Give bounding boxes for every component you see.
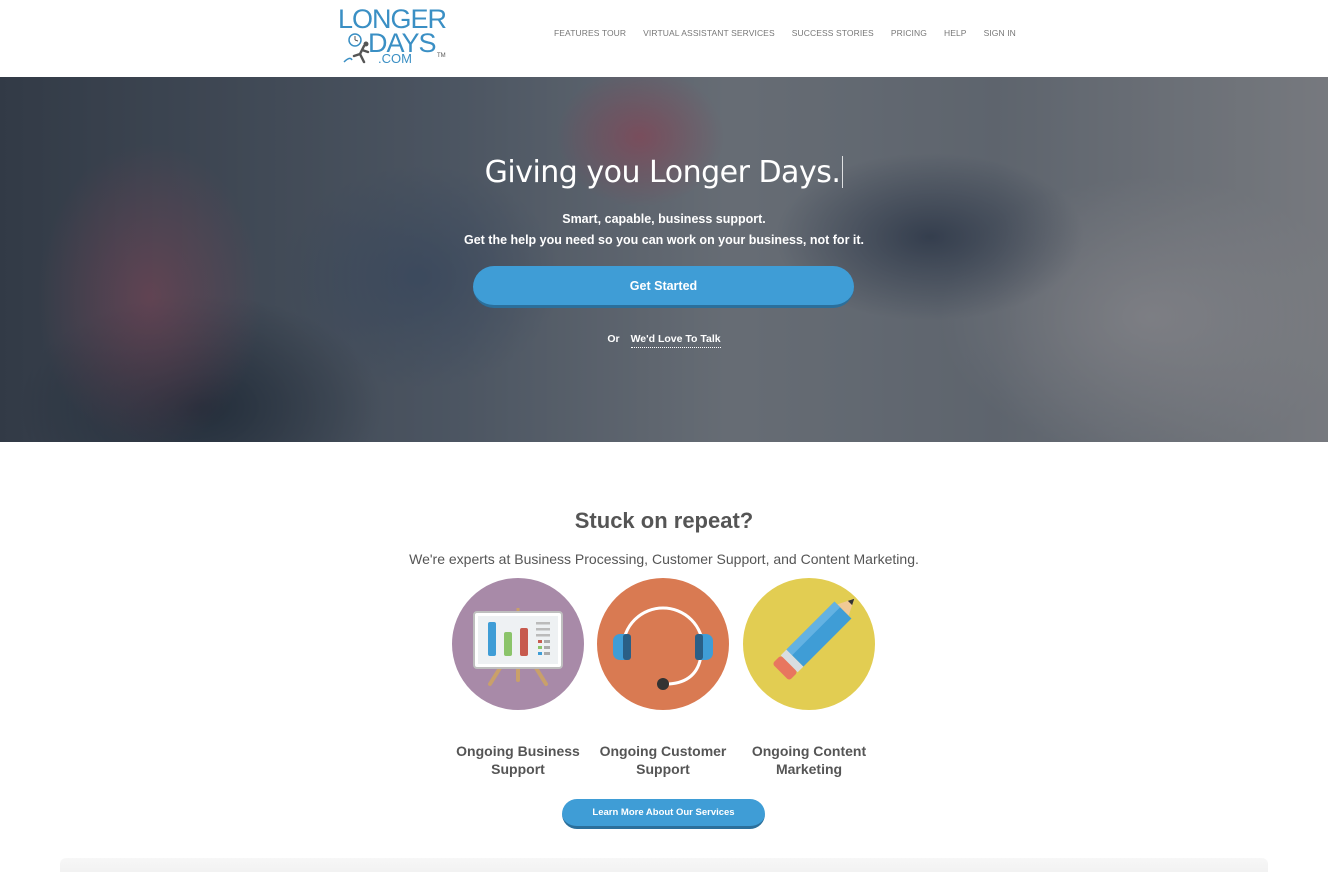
pencil-icon [773, 598, 855, 680]
presentation-board-icon [473, 608, 563, 686]
hero-title: Giving you Longer Days. [0, 155, 1328, 190]
typing-cursor [842, 156, 844, 188]
content-marketing-circle[interactable] [743, 578, 875, 710]
hero-subtitle-line1: Smart, capable, business support. [562, 212, 766, 226]
nav-help[interactable]: HELP [944, 28, 967, 38]
or-text: Or [607, 333, 620, 345]
customer-support-circle[interactable] [597, 578, 729, 710]
runner-clock-icon [343, 33, 370, 64]
logo[interactable]: LONGER DAYS .COM TM [336, 4, 448, 68]
hero-title-text: Giving you Longer Days. [484, 155, 841, 190]
services-subtitle: We're experts at Business Processing, Cu… [409, 551, 919, 567]
next-section-edge [60, 858, 1268, 872]
hero-section: Giving you Longer Days. Smart, capable, … [0, 77, 1328, 442]
business-support-label[interactable]: Ongoing Business Support [448, 742, 588, 778]
hero-subtitle-line2: Get the help you need so you can work on… [463, 233, 865, 247]
nav-features-tour[interactable]: FEATURES TOUR [554, 28, 626, 38]
services-title: Stuck on repeat? [574, 508, 754, 533]
logo-text-com: .COM [378, 51, 412, 66]
site-header: LONGER DAYS .COM TM FEATURES TOUR VIRTUA… [0, 0, 1328, 77]
headset-icon [613, 606, 713, 690]
logo-trademark: TM [437, 53, 446, 59]
nav-sign-in[interactable]: SIGN IN [984, 28, 1016, 38]
talk-link[interactable]: We'd Love To Talk [630, 333, 721, 348]
nav-virtual-assistant-services[interactable]: VIRTUAL ASSISTANT SERVICES [643, 28, 775, 38]
content-marketing-label[interactable]: Ongoing Content Marketing [739, 742, 879, 778]
talk-row: Or We'd Love To Talk [0, 333, 1328, 348]
get-started-button[interactable]: Get Started [473, 266, 854, 308]
nav-pricing[interactable]: PRICING [891, 28, 927, 38]
customer-support-label[interactable]: Ongoing Customer Support [593, 742, 733, 778]
nav-success-stories[interactable]: SUCCESS STORIES [792, 28, 874, 38]
business-support-circle[interactable] [452, 578, 584, 710]
learn-more-services-button[interactable]: Learn More About Our Services [562, 799, 765, 829]
main-nav: FEATURES TOUR VIRTUAL ASSISTANT SERVICES… [554, 28, 1033, 38]
